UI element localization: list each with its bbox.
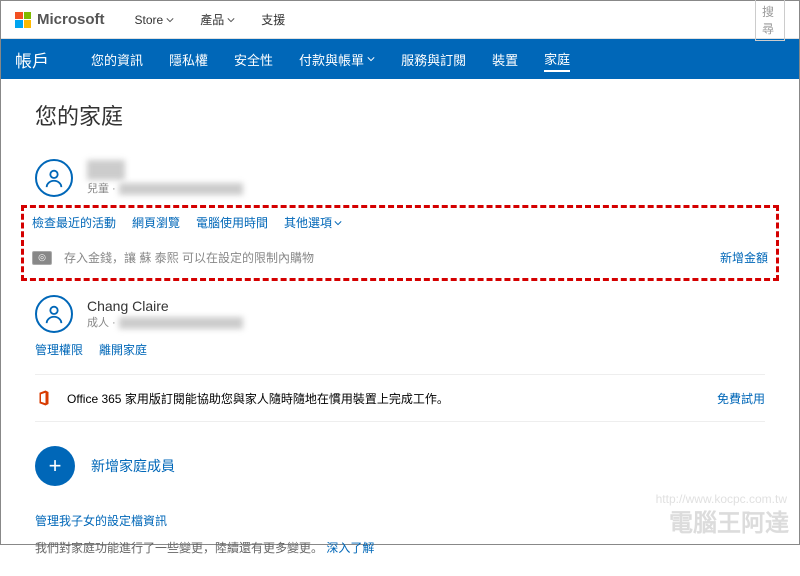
subnav-title: 帳戶	[15, 47, 49, 72]
subnav-security[interactable]: 安全性	[234, 50, 273, 69]
adult-role: 成人	[87, 317, 109, 329]
footnote: 我們對家庭功能進行了一些變更，陸續還有更多變更。 深入了解	[35, 539, 765, 556]
chevron-down-icon	[227, 16, 235, 24]
adult-member-card: Chang Claire 成人 · ████████████████ 管理權限 …	[35, 295, 765, 358]
brand-name: Microsoft	[37, 11, 105, 28]
chevron-down-icon	[166, 16, 174, 24]
add-member-label[interactable]: 新增家庭成員	[91, 456, 175, 476]
chevron-down-icon	[334, 219, 342, 227]
ms-logo-icon	[15, 12, 31, 28]
office-icon	[35, 389, 53, 407]
action-manage-permissions[interactable]: 管理權限	[35, 341, 83, 358]
microsoft-logo[interactable]: Microsoft	[15, 11, 105, 28]
child-role: 兒童	[87, 183, 109, 195]
subnav-family[interactable]: 家庭	[544, 49, 570, 72]
search-input[interactable]: 搜尋	[755, 0, 785, 41]
action-leave-family[interactable]: 離開家庭	[99, 341, 147, 358]
page-content: 您的家庭 蘇 ██ 兒童 · ████████████████ 檢查最近的活動 …	[1, 79, 799, 576]
topnav-support[interactable]: 支援	[261, 11, 285, 28]
action-screen-time[interactable]: 電腦使用時間	[196, 214, 268, 231]
add-money-link[interactable]: 新增金額	[720, 249, 768, 266]
free-trial-link[interactable]: 免費試用	[717, 390, 765, 407]
person-icon	[43, 303, 65, 325]
plus-icon: +	[49, 453, 62, 479]
topnav-products[interactable]: 產品	[200, 11, 235, 28]
money-icon: ◎	[32, 251, 52, 265]
adult-name: Chang Claire	[87, 298, 243, 314]
subnav-devices[interactable]: 裝置	[492, 50, 518, 69]
learn-more-link[interactable]: 深入了解	[326, 541, 374, 555]
child-member-card: 蘇 ██ 兒童 · ████████████████ 檢查最近的活動 網頁瀏覽 …	[35, 159, 765, 281]
manage-child-settings-link[interactable]: 管理我子女的設定檔資訊	[35, 512, 765, 529]
add-member-row: + 新增家庭成員	[35, 446, 765, 486]
office365-promo: Office 365 家用版訂閱能協助您與家人隨時隨地在慣用裝置上完成工作。 免…	[35, 374, 765, 422]
money-text: 存入金錢，讓 蘇 泰熙 可以在設定的限制內購物	[64, 249, 314, 266]
page-title: 您的家庭	[35, 99, 765, 131]
action-more-options[interactable]: 其他選項	[284, 214, 342, 231]
subnav-payment[interactable]: 付款與帳單	[299, 50, 375, 69]
child-email-redacted: ████████████████	[119, 183, 244, 195]
account-subnav: 帳戶 您的資訊 隱私權 安全性 付款與帳單 服務與訂閱 裝置 家庭	[1, 39, 799, 79]
chevron-down-icon	[367, 55, 375, 63]
adult-email-redacted: ████████████████	[119, 317, 244, 329]
avatar	[35, 159, 73, 197]
office365-text: Office 365 家用版訂閱能協助您與家人隨時隨地在慣用裝置上完成工作。	[67, 390, 449, 407]
add-member-button[interactable]: +	[35, 446, 75, 486]
person-icon	[43, 167, 65, 189]
subnav-subscriptions[interactable]: 服務與訂閱	[401, 50, 466, 69]
child-name-redacted: 蘇 ██	[87, 160, 125, 180]
topnav-store[interactable]: Store	[135, 13, 175, 27]
subnav-privacy[interactable]: 隱私權	[169, 50, 208, 69]
highlighted-section: 檢查最近的活動 網頁瀏覽 電腦使用時間 其他選項 ◎ 存入金錢，讓 蘇 泰熙 可…	[21, 205, 779, 281]
action-recent-activity[interactable]: 檢查最近的活動	[32, 214, 116, 231]
avatar	[35, 295, 73, 333]
top-navbar: Microsoft Store 產品 支援 搜尋	[1, 1, 799, 39]
subnav-your-info[interactable]: 您的資訊	[91, 50, 143, 69]
action-web-browsing[interactable]: 網頁瀏覽	[132, 214, 180, 231]
